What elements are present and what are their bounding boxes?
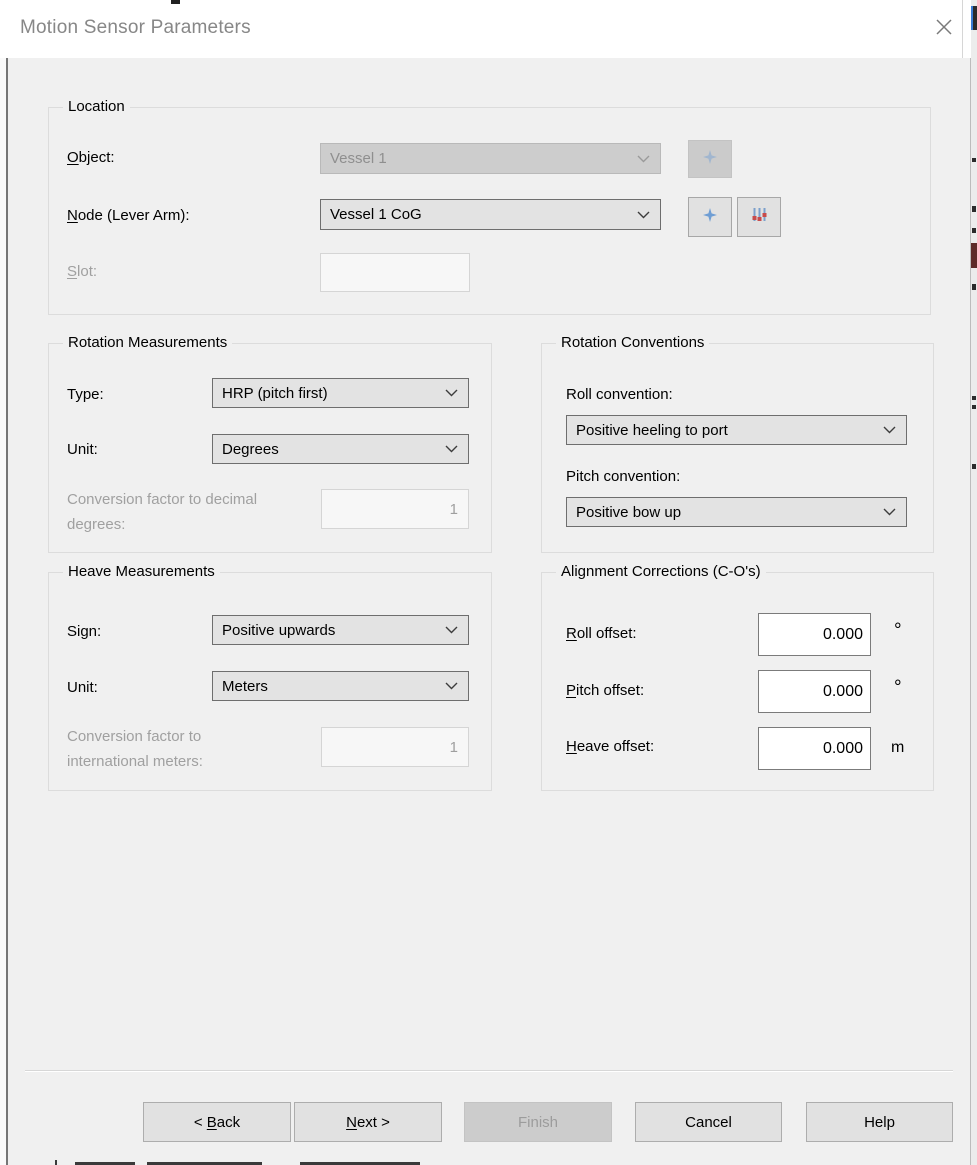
heave-offset-field-wrap xyxy=(758,727,871,770)
add-node-button[interactable] xyxy=(688,197,732,237)
chevron-down-icon xyxy=(445,384,458,402)
chevron-down-icon xyxy=(637,150,650,168)
close-icon xyxy=(934,17,954,42)
heave-offset-label: Heave offset: xyxy=(566,738,654,755)
heave-conversion-field-wrap xyxy=(321,727,469,767)
heave-offset-input[interactable] xyxy=(758,727,871,770)
add-object-button xyxy=(688,140,732,178)
heave-sign-dropdown[interactable]: Positive upwards xyxy=(212,615,469,645)
slot-field-wrap xyxy=(320,253,470,292)
background-window-edge xyxy=(971,0,977,1165)
node-dropdown[interactable]: Vessel 1 CoG xyxy=(320,199,661,230)
background-window-fragment xyxy=(972,284,976,290)
pitch-convention-label: Pitch convention: xyxy=(566,468,680,485)
location-group-title: Location xyxy=(63,98,130,115)
background-window-fragment xyxy=(971,243,977,268)
slot-input xyxy=(320,253,470,292)
node-picker-icon xyxy=(749,205,769,230)
rotation-conversion-label: Conversion factor to decimal degrees: xyxy=(67,487,282,537)
background-window-fragment xyxy=(171,0,180,4)
type-label: Type: xyxy=(67,386,104,403)
rotation-unit-dropdown[interactable]: Degrees xyxy=(212,434,469,464)
background-window-fragment xyxy=(972,206,976,212)
roll-convention-value: Positive heeling to port xyxy=(576,422,728,439)
rotation-unit-label: Unit: xyxy=(67,441,98,458)
alignment-corrections-title: Alignment Corrections (C-O's) xyxy=(556,563,766,580)
heave-offset-unit: m xyxy=(891,739,904,757)
heave-conversion-label: Conversion factor to international meter… xyxy=(67,724,282,774)
roll-offset-label: Roll offset: xyxy=(566,625,637,642)
background-window-fragment xyxy=(972,464,976,469)
sign-label: Sign: xyxy=(67,623,101,640)
roll-convention-dropdown[interactable]: Positive heeling to port xyxy=(566,415,907,445)
heave-measurements-group: Heave Measurements Sign: Positive upward… xyxy=(48,572,492,791)
chevron-down-icon xyxy=(883,503,896,521)
roll-offset-unit: ° xyxy=(894,620,902,642)
plus-icon xyxy=(701,148,719,171)
roll-offset-input[interactable] xyxy=(758,613,871,656)
node-label: Node (Lever Arm): xyxy=(67,207,190,224)
rotation-unit-value: Degrees xyxy=(222,441,279,458)
help-button[interactable]: Help xyxy=(806,1102,953,1142)
roll-offset-field-wrap xyxy=(758,613,871,656)
pitch-offset-field-wrap xyxy=(758,670,871,713)
plus-icon xyxy=(701,206,719,229)
pitch-offset-label: Pitch offset: xyxy=(566,682,644,699)
next-button[interactable]: Next > xyxy=(294,1102,442,1142)
button-row-separator xyxy=(25,1070,953,1072)
finish-button: Finish xyxy=(464,1102,612,1142)
pitch-offset-unit: ° xyxy=(894,677,902,699)
background-window-fragment xyxy=(55,1160,57,1165)
rotation-type-value: HRP (pitch first) xyxy=(222,385,328,402)
pitch-convention-value: Positive bow up xyxy=(576,504,681,521)
pitch-offset-input[interactable] xyxy=(758,670,871,713)
rotation-conventions-title: Rotation Conventions xyxy=(556,334,709,351)
slot-label: Slot: xyxy=(67,263,97,280)
background-window-fragment xyxy=(972,158,976,162)
roll-convention-label: Roll convention: xyxy=(566,386,673,403)
node-dropdown-value: Vessel 1 CoG xyxy=(330,206,422,223)
object-label: Object: xyxy=(67,149,115,166)
chevron-down-icon xyxy=(445,621,458,639)
cancel-button[interactable]: Cancel xyxy=(635,1102,782,1142)
rotation-measurements-title: Rotation Measurements xyxy=(63,334,232,351)
location-group: Location Object: Vessel 1 Node (Lever Ar… xyxy=(48,107,931,315)
heave-measurements-title: Heave Measurements xyxy=(63,563,220,580)
rotation-measurements-group: Rotation Measurements Type: HRP (pitch f… xyxy=(48,343,492,553)
dialog-left-border xyxy=(6,58,8,1165)
background-window-fragment xyxy=(972,405,976,409)
chevron-down-icon xyxy=(445,677,458,695)
object-dropdown: Vessel 1 xyxy=(320,143,661,174)
chevron-down-icon xyxy=(445,440,458,458)
rotation-conversion-field-wrap xyxy=(321,489,469,529)
rotation-conventions-group: Rotation Conventions Roll convention: Po… xyxy=(541,343,934,553)
background-window-fragment xyxy=(972,228,976,233)
chevron-down-icon xyxy=(637,206,650,224)
rotation-conversion-input xyxy=(321,489,469,529)
chevron-down-icon xyxy=(883,421,896,439)
heave-unit-value: Meters xyxy=(222,678,268,695)
background-window-fragment xyxy=(971,6,977,30)
rotation-type-dropdown[interactable]: HRP (pitch first) xyxy=(212,378,469,408)
heave-sign-value: Positive upwards xyxy=(222,622,335,639)
back-button[interactable]: < Back xyxy=(143,1102,291,1142)
pick-node-button[interactable] xyxy=(737,197,781,237)
object-dropdown-value: Vessel 1 xyxy=(330,150,387,167)
window-border xyxy=(962,0,963,58)
background-window-fragment xyxy=(972,396,976,400)
alignment-corrections-group: Alignment Corrections (C-O's) Roll offse… xyxy=(541,572,934,791)
heave-unit-dropdown[interactable]: Meters xyxy=(212,671,469,701)
close-button[interactable] xyxy=(930,16,958,42)
heave-conversion-input xyxy=(321,727,469,767)
pitch-convention-dropdown[interactable]: Positive bow up xyxy=(566,497,907,527)
title-bar: Motion Sensor Parameters xyxy=(0,0,977,58)
heave-unit-label: Unit: xyxy=(67,679,98,696)
window-title: Motion Sensor Parameters xyxy=(20,17,251,39)
